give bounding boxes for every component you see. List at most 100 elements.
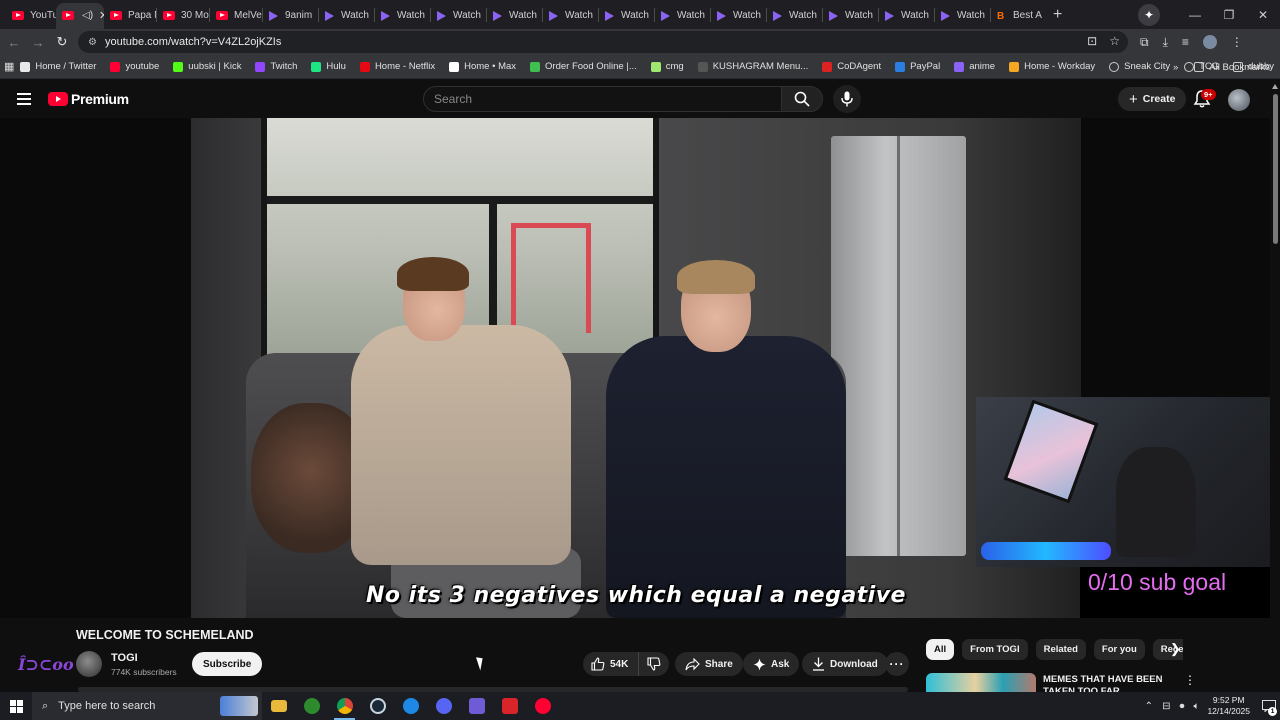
bookmark-item[interactable]: KUSHAGRAM Menu... <box>697 61 808 72</box>
bookmarks-overflow-icon[interactable]: » <box>1173 62 1178 73</box>
forward-button[interactable]: → <box>26 35 50 50</box>
browser-tab[interactable]: B Best A <box>991 3 1047 29</box>
action-center-icon[interactable]: 1 <box>1258 692 1280 720</box>
taskbar-search-box[interactable]: ⌕ Type here to search <box>32 692 262 720</box>
discord-icon[interactable] <box>427 692 460 720</box>
browser-tab[interactable]: YouTu <box>6 3 56 29</box>
menu-icon[interactable] <box>17 93 31 105</box>
bookmark-item[interactable]: Home - Workday <box>1009 61 1095 72</box>
bookmark-item[interactable]: uubski | Kick <box>173 61 241 72</box>
filter-chip[interactable]: For you <box>1093 639 1145 660</box>
install-app-icon[interactable]: ⊡ <box>1087 34 1097 48</box>
download-button[interactable]: Download <box>802 652 888 676</box>
youtube-app-icon[interactable] <box>526 692 559 720</box>
bookmark-item[interactable]: youtube <box>110 61 159 72</box>
search-button[interactable] <box>781 86 823 112</box>
back-button[interactable]: ← <box>2 35 26 50</box>
tab-audio-icon[interactable]: ◁) <box>82 10 93 21</box>
tray-overflow-icon[interactable]: ⌃ <box>1145 701 1153 712</box>
browser-tab[interactable]: Watch <box>711 3 766 29</box>
bookmark-item[interactable]: Sneak City <box>1109 61 1170 72</box>
minimize-button[interactable]: — <box>1178 8 1212 22</box>
video-frame[interactable]: No its 3 negatives which equal a negativ… <box>191 118 1081 618</box>
like-button[interactable]: 54K <box>583 652 640 676</box>
taskbar-clock[interactable]: 9:52 PM 12/14/2025 <box>1207 695 1250 717</box>
bookmark-star-icon[interactable]: ☆ <box>1109 34 1120 48</box>
chevron-right-icon[interactable]: ❯ <box>1170 641 1181 657</box>
browser-tab[interactable]: Watch <box>543 3 598 29</box>
bookmark-item[interactable]: Home - Netflix <box>359 61 435 72</box>
voice-search-button[interactable] <box>833 85 861 113</box>
bookmark-item[interactable]: anime <box>954 61 995 72</box>
chrome-icon[interactable] <box>328 692 361 720</box>
search-input[interactable]: Search <box>423 86 783 112</box>
page-scrollbar[interactable] <box>1271 80 1280 692</box>
bookmark-item[interactable]: Home / Twitter <box>20 61 96 72</box>
browser-tab[interactable]: 9anim <box>263 3 318 29</box>
game-controller-icon[interactable] <box>460 692 493 720</box>
steam-icon[interactable] <box>361 692 394 720</box>
scrollbar-thumb[interactable] <box>1273 94 1278 244</box>
tab-search-icon[interactable]: ⧉ <box>1140 35 1149 50</box>
dislike-button[interactable] <box>639 652 669 676</box>
browser-tab[interactable]: Watch <box>487 3 542 29</box>
recommendation-menu-icon[interactable]: ⋮ <box>1184 673 1196 687</box>
browser-tab[interactable]: Watch <box>319 3 374 29</box>
recommendation-title[interactable]: MEMES THAT HAVE BEEN TAKEN TOO FAR <box>1043 674 1173 692</box>
youtube-premium-logo[interactable]: Premium <box>48 91 129 107</box>
bookmark-item[interactable]: Hulu <box>311 61 346 72</box>
xbox-icon[interactable] <box>295 692 328 720</box>
downloads-icon[interactable]: ⤓ <box>1163 35 1168 50</box>
bookmark-item[interactable]: cmg <box>650 61 684 72</box>
bookmark-item[interactable]: PayPal <box>895 61 940 72</box>
browser-tab[interactable]: ◁) ✕ <box>56 2 104 29</box>
edge-icon[interactable] <box>394 692 427 720</box>
pdf-app-icon[interactable] <box>493 692 526 720</box>
filter-chip[interactable]: All <box>926 639 955 660</box>
bookmark-item[interactable]: CoDAgent <box>822 61 881 72</box>
browser-tab[interactable]: 30 Mo <box>157 3 209 29</box>
browser-menu-icon[interactable]: ⋮ <box>1231 35 1243 49</box>
mic-tray-icon[interactable]: ⏺ <box>1179 701 1184 712</box>
site-info-icon[interactable]: ⚙ <box>88 37 97 48</box>
windows-start-button[interactable] <box>0 692 32 720</box>
channel-name[interactable]: TOGI <box>111 652 138 664</box>
browser-tab[interactable]: Papa M <box>104 3 156 29</box>
browser-tab[interactable]: Watch <box>823 3 878 29</box>
bookmark-item[interactable]: Order Food Online |... <box>530 61 637 72</box>
browser-tab[interactable]: MelVe <box>210 3 262 29</box>
volume-icon[interactable]: 🔈︎ <box>1193 701 1199 712</box>
address-bar[interactable]: ⚙ youtube.com/watch?v=V4ZL2ojKZIs ⊡ ☆ <box>78 31 1128 53</box>
new-tab-button[interactable]: + <box>1053 6 1062 24</box>
account-avatar[interactable] <box>1228 89 1250 111</box>
video-player[interactable]: No its 3 negatives which equal a negativ… <box>0 118 1270 618</box>
profile-avatar[interactable] <box>1202 35 1217 49</box>
reload-button[interactable]: ↻ <box>50 34 74 50</box>
file-explorer-icon[interactable] <box>262 692 295 720</box>
browser-tab[interactable]: Watch <box>935 3 990 29</box>
media-controls-icon[interactable]: ≡ <box>1182 35 1189 49</box>
filter-chip[interactable]: From TOGI <box>962 639 1028 660</box>
browser-tab[interactable]: Watch <box>767 3 822 29</box>
create-button[interactable]: + Create <box>1118 87 1187 111</box>
bookmark-item[interactable]: Home • Max <box>449 61 516 72</box>
scroll-up-arrow-icon[interactable] <box>1272 84 1278 89</box>
all-bookmarks-button[interactable]: All Bookmarks <box>1194 62 1270 73</box>
share-button[interactable]: Share <box>675 652 743 676</box>
apps-grid-icon[interactable]: ▦ <box>4 60 14 73</box>
restore-button[interactable]: ❐ <box>1212 8 1246 22</box>
browser-tab[interactable]: Watch <box>655 3 710 29</box>
browser-tab[interactable]: Watch <box>599 3 654 29</box>
bookmark-item[interactable]: Twitch <box>255 61 297 72</box>
more-actions-icon[interactable]: ··· <box>885 652 909 676</box>
ask-button[interactable]: Ask <box>743 652 800 676</box>
close-window-button[interactable]: ✕ <box>1246 8 1280 22</box>
recommendation-thumbnail[interactable] <box>926 673 1036 692</box>
subscribe-button[interactable]: Subscribe <box>192 652 263 676</box>
gemini-icon[interactable]: ✦ <box>1138 3 1160 26</box>
browser-tab[interactable]: Watch <box>879 3 934 29</box>
channel-avatar[interactable] <box>76 651 102 677</box>
network-icon[interactable]: ⊟ <box>1162 701 1170 712</box>
browser-tab[interactable]: Watch <box>431 3 486 29</box>
filter-chip[interactable]: Related <box>1035 639 1086 660</box>
